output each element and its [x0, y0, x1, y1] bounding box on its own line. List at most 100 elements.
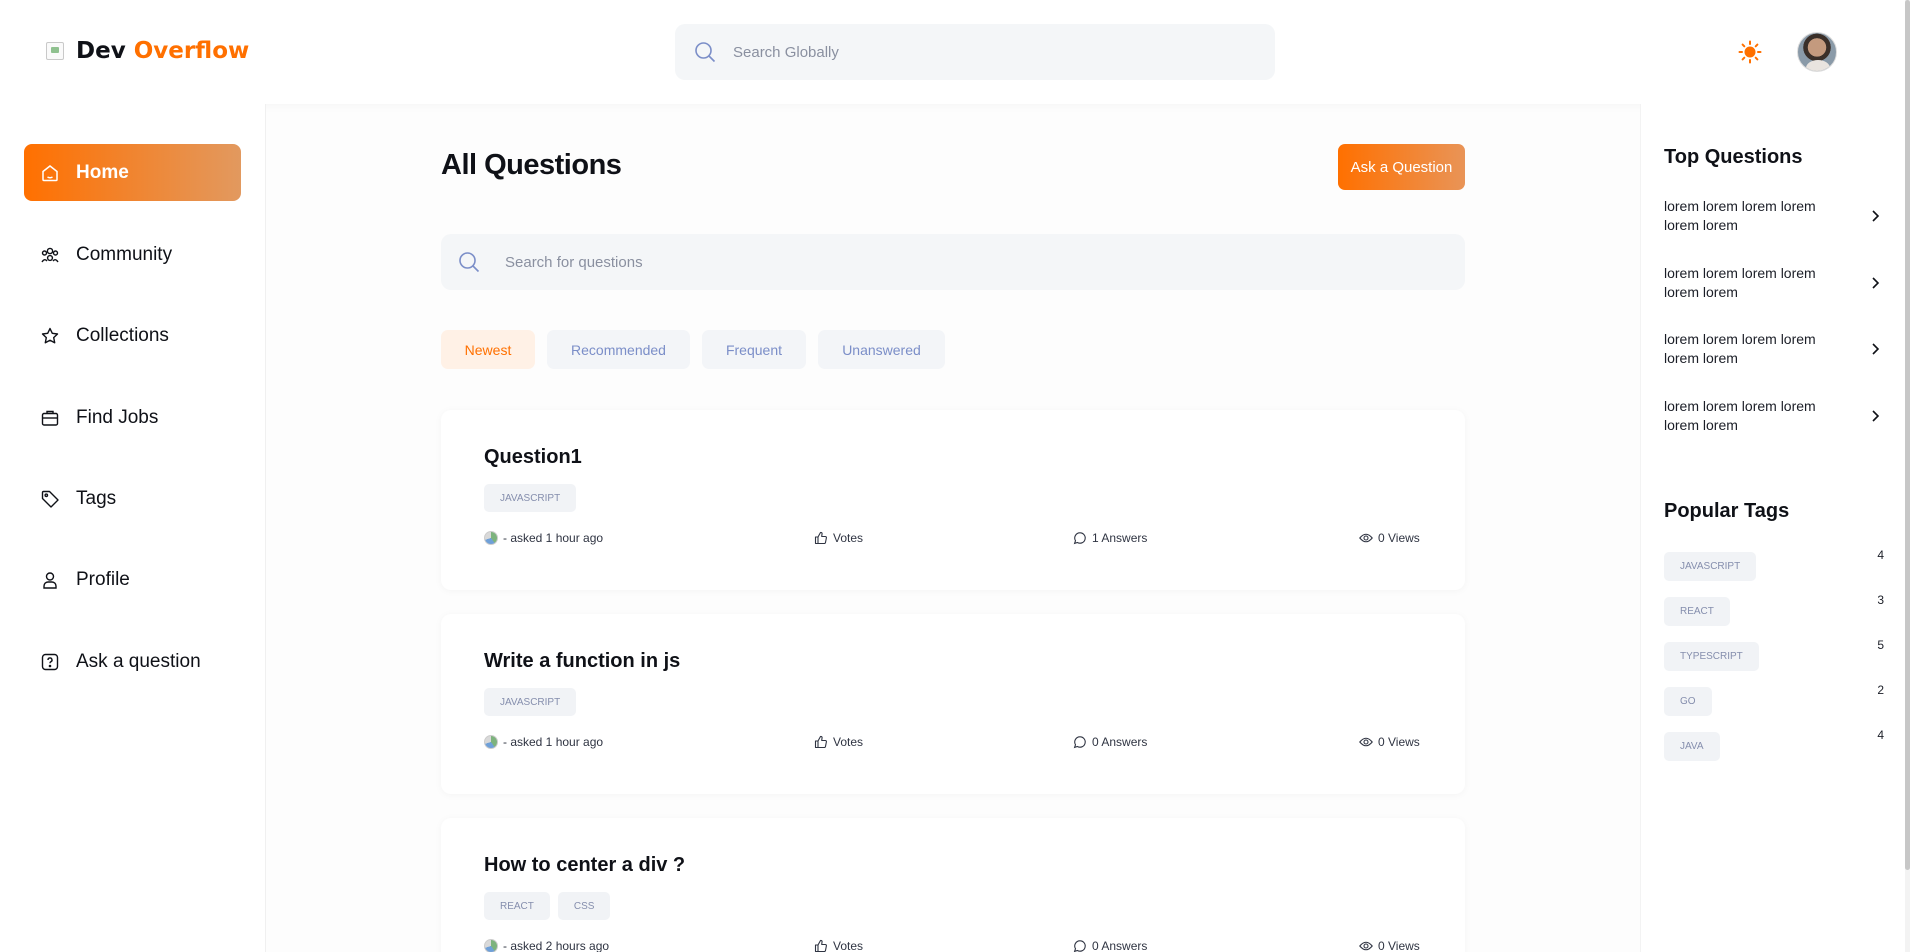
sidebar-item-label: Collections	[76, 324, 169, 346]
chevron-right-icon	[1872, 410, 1880, 422]
question-title[interactable]: Question1	[484, 446, 582, 469]
sun-icon[interactable]	[1738, 40, 1762, 64]
global-search-input[interactable]: Search Globally	[675, 24, 1275, 80]
sidebar-item-label: Profile	[76, 568, 130, 590]
user-avatar[interactable]	[1797, 32, 1837, 72]
question-card[interactable]: Write a function in js JAVASCRIPT - aske…	[441, 614, 1465, 794]
votes-label: Votes	[833, 531, 864, 545]
question-author[interactable]: - asked 2 hours ago	[484, 939, 609, 952]
top-questions-title: Top Questions	[1664, 146, 1803, 168]
top-question-item[interactable]: lorem lorem lorem lorem lorem lorem	[1664, 264, 1884, 302]
tag-icon	[41, 490, 59, 508]
popular-tags-title: Popular Tags	[1664, 500, 1790, 522]
home-icon	[42, 164, 58, 181]
right-sidebar: Top Questions lorem lorem lorem lorem lo…	[1640, 104, 1910, 952]
sidebar-item-label: Community	[76, 243, 173, 265]
asked-time: - asked 1 hour ago	[503, 531, 604, 545]
search-icon	[695, 42, 716, 63]
votes-metric: Votes	[814, 735, 863, 749]
scrollbar-thumb[interactable]	[1905, 0, 1910, 870]
question-author[interactable]: - asked 1 hour ago	[484, 531, 603, 545]
sidebar-item-home[interactable]: Home	[24, 144, 241, 201]
star-icon	[41, 327, 59, 343]
top-question-item[interactable]: lorem lorem lorem lorem lorem lorem	[1664, 197, 1884, 235]
popular-tag[interactable]: REACT	[1664, 597, 1730, 626]
answers-label: 0 Answers	[1092, 939, 1148, 952]
tag-count: 4	[1877, 548, 1884, 562]
views-metric: 0 Views	[1359, 735, 1420, 749]
thumbs-up-icon	[814, 735, 827, 749]
top-question-item[interactable]: lorem lorem lorem lorem lorem lorem	[1664, 330, 1884, 368]
sidebar-item-collections[interactable]: Collections	[24, 307, 241, 364]
sidebar-item-profile[interactable]: Profile	[24, 551, 241, 608]
top-question-text: lorem lorem lorem lorem lorem lorem	[1664, 198, 1816, 233]
top-question-text: lorem lorem lorem lorem lorem lorem	[1664, 265, 1816, 300]
tag-count: 3	[1877, 593, 1884, 607]
question-tag[interactable]: CSS	[557, 892, 611, 920]
votes-label: Votes	[833, 939, 864, 952]
filter-unanswered[interactable]: Unanswered	[818, 330, 945, 369]
top-question-text: lorem lorem lorem lorem lorem lorem	[1664, 331, 1816, 366]
logo-text-overflow: Overflow	[133, 38, 250, 64]
logo[interactable]: Dev Overflow	[46, 38, 249, 64]
answers-label: 1 Answers	[1092, 531, 1148, 545]
question-author[interactable]: - asked 1 hour ago	[484, 735, 603, 749]
filter-frequent[interactable]: Frequent	[702, 330, 806, 369]
question-tag[interactable]: JAVASCRIPT	[484, 688, 577, 716]
views-metric: 0 Views	[1359, 531, 1420, 545]
popular-tag[interactable]: JAVASCRIPT	[1664, 552, 1757, 581]
chevron-right-icon	[1872, 277, 1880, 289]
message-icon	[1073, 736, 1086, 749]
sidebar-item-ask-question[interactable]: Ask a question	[24, 633, 241, 690]
sidebar-item-community[interactable]: Community	[24, 226, 241, 283]
question-title[interactable]: Write a function in js	[484, 650, 680, 673]
views-metric: 0 Views	[1359, 939, 1420, 952]
answers-label: 0 Answers	[1092, 735, 1148, 749]
eye-icon	[1359, 737, 1373, 747]
thumbs-up-icon	[814, 939, 827, 952]
question-search-input[interactable]: Search for questions	[441, 234, 1465, 290]
author-avatar	[484, 735, 498, 749]
question-card[interactable]: Question1 JAVASCRIPT - asked 1 hour ago …	[441, 410, 1465, 590]
ask-question-button[interactable]: Ask a Question	[1338, 144, 1465, 190]
logo-image-icon	[46, 42, 64, 60]
question-icon	[41, 653, 59, 670]
left-sidebar: Home Community Collections Find Jobs Tag…	[0, 104, 266, 952]
popular-tag[interactable]: JAVA	[1664, 732, 1720, 761]
tag-count: 5	[1877, 638, 1884, 652]
eye-icon	[1359, 941, 1373, 951]
briefcase-icon	[41, 410, 59, 426]
page-scrollbar[interactable]	[1905, 0, 1910, 952]
question-tag[interactable]: REACT	[484, 892, 550, 920]
chevron-right-icon	[1872, 343, 1880, 355]
popular-tag[interactable]: TYPESCRIPT	[1664, 642, 1759, 671]
eye-icon	[1359, 533, 1373, 543]
logo-text-dev: Dev	[76, 38, 126, 64]
message-icon	[1073, 532, 1086, 545]
global-search-placeholder: Search Globally	[733, 43, 839, 61]
question-card[interactable]: How to center a div ? REACT CSS - asked …	[441, 818, 1465, 952]
question-title[interactable]: How to center a div ?	[484, 854, 685, 877]
asked-time: - asked 1 hour ago	[503, 735, 604, 749]
question-search-placeholder: Search for questions	[505, 253, 643, 271]
filter-newest[interactable]: Newest	[441, 330, 535, 369]
tag-count: 2	[1877, 683, 1884, 697]
sidebar-item-tags[interactable]: Tags	[24, 470, 241, 527]
message-icon	[1073, 940, 1086, 952]
votes-label: Votes	[833, 735, 864, 749]
top-question-text: lorem lorem lorem lorem lorem lorem	[1664, 398, 1816, 433]
users-icon	[41, 247, 59, 262]
page-title: All Questions	[441, 149, 622, 181]
answers-metric: 0 Answers	[1073, 939, 1147, 952]
popular-tag[interactable]: GO	[1664, 687, 1712, 716]
sidebar-item-find-jobs[interactable]: Find Jobs	[24, 389, 241, 446]
question-tag[interactable]: JAVASCRIPT	[484, 484, 577, 512]
search-icon	[459, 252, 480, 273]
answers-metric: 0 Answers	[1073, 735, 1147, 749]
sidebar-item-label: Ask a question	[76, 650, 201, 672]
tag-count: 4	[1877, 728, 1884, 742]
answers-metric: 1 Answers	[1073, 531, 1147, 545]
top-question-item[interactable]: lorem lorem lorem lorem lorem lorem	[1664, 397, 1884, 435]
views-label: 0 Views	[1378, 939, 1420, 952]
filter-recommended[interactable]: Recommended	[547, 330, 690, 369]
